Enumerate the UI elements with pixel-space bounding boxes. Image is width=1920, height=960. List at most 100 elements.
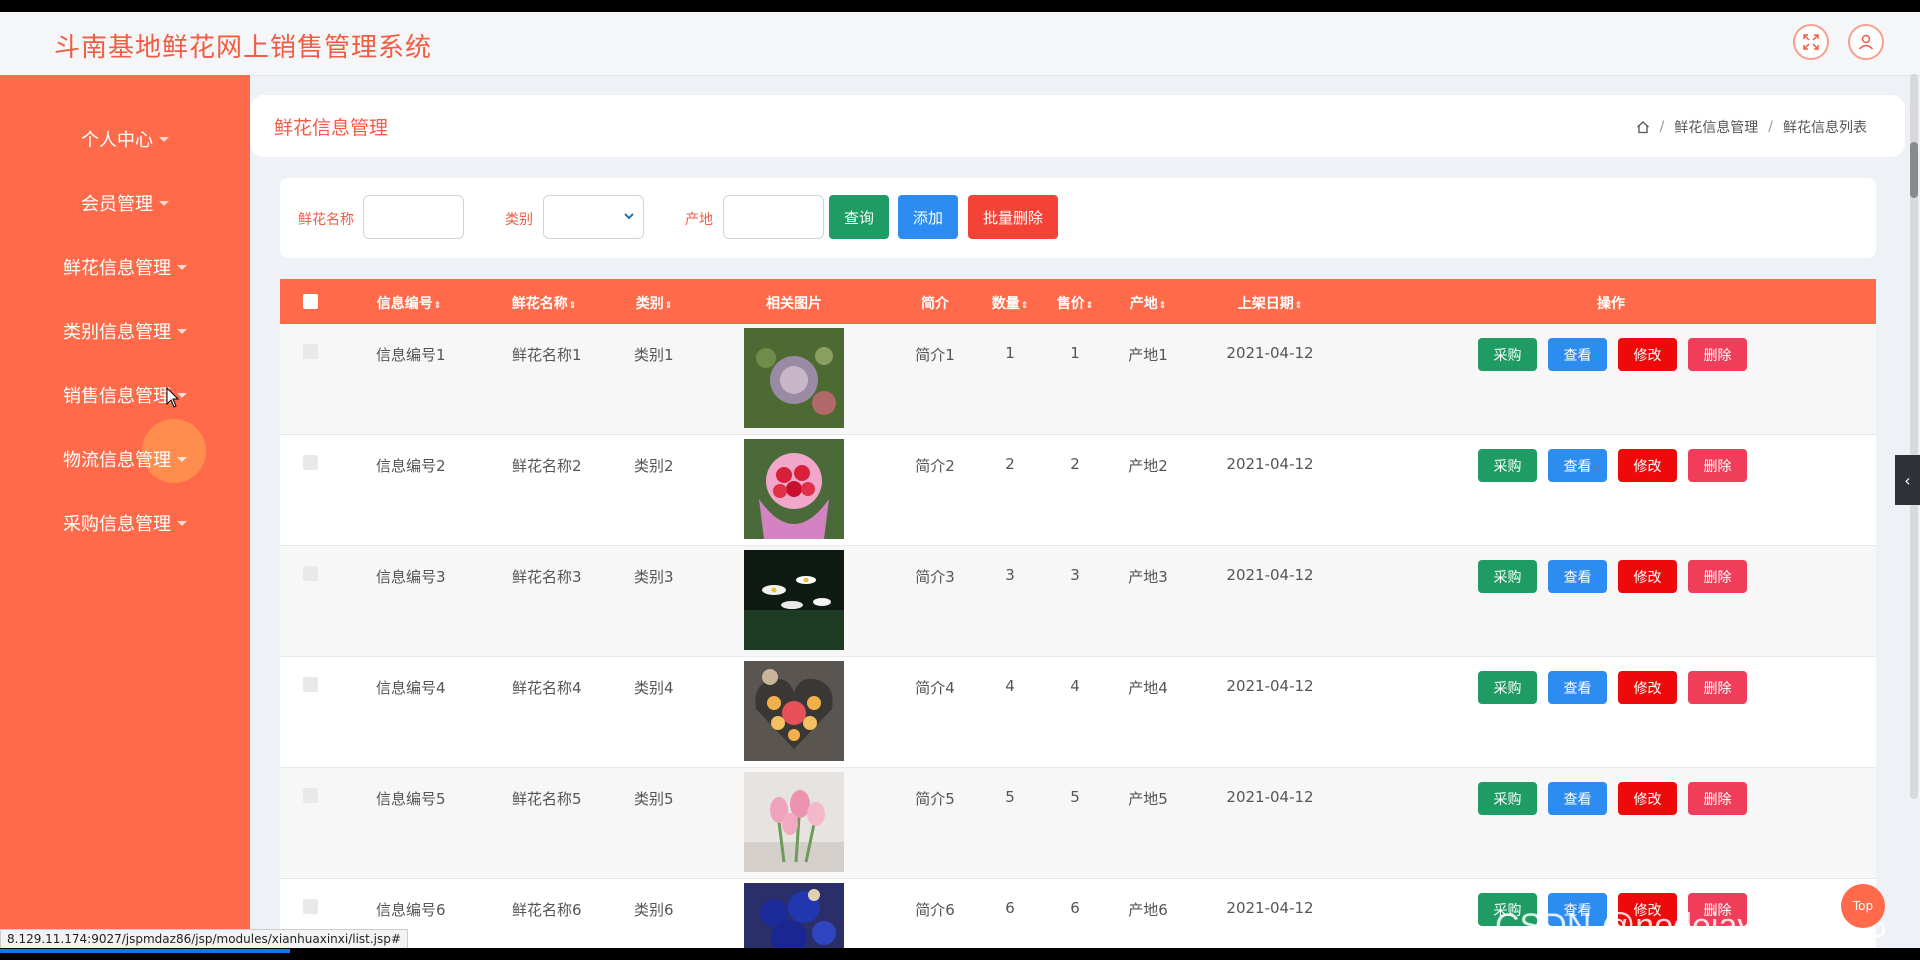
page-scrollbar-thumb[interactable] xyxy=(1910,142,1918,198)
table-row: 信息编号4 鲜花名称4 类别4 简介4 4 4 产地4 2021-04-12 采… xyxy=(280,657,1876,768)
sidebar-item-flower-info[interactable]: 鲜花信息管理 xyxy=(0,247,250,287)
row-checkbox[interactable] xyxy=(303,455,318,470)
flower-image-white-daisies[interactable] xyxy=(744,550,844,650)
row-checkbox[interactable] xyxy=(303,899,318,914)
purchase-button[interactable]: 采购 xyxy=(1478,560,1537,593)
view-button[interactable]: 查看 xyxy=(1548,449,1607,482)
status-bar-url: 8.129.11.174:9027/jspmdaz86/jsp/modules/… xyxy=(0,929,408,948)
column-header-quantity[interactable]: 数量⇕ xyxy=(992,293,1029,313)
cell-name: 鲜花名称1 xyxy=(512,346,582,364)
fullscreen-button[interactable] xyxy=(1793,24,1829,60)
sidebar-item-sales-info[interactable]: 销售信息管理 xyxy=(0,375,250,415)
table-row: 信息编号3 鲜花名称3 类别3 简介3 3 3 产地3 2021-04-12 采… xyxy=(280,546,1876,657)
cell-intro: 简介2 xyxy=(915,457,955,475)
search-bar: 鲜花名称 类别 产地 查询 添加 批量删除 xyxy=(280,178,1876,258)
cell-price: 3 xyxy=(1070,566,1080,584)
cell-origin: 产地6 xyxy=(1128,901,1168,919)
sidebar-item-logistics-info[interactable]: 物流信息管理 xyxy=(0,439,250,479)
sidebar-item-label: 鲜花信息管理 xyxy=(63,258,171,279)
sort-icon: ⇕ xyxy=(1020,301,1029,311)
row-checkbox[interactable] xyxy=(303,677,318,692)
row-checkbox[interactable] xyxy=(303,788,318,803)
column-header-intro: 简介 xyxy=(921,296,949,312)
column-header-origin[interactable]: 产地⇕ xyxy=(1130,293,1167,313)
row-checkbox[interactable] xyxy=(303,344,318,359)
back-to-top-button[interactable]: Top xyxy=(1841,884,1885,928)
app-title: 斗南基地鲜花网上销售管理系统 xyxy=(54,33,433,63)
edit-button[interactable]: 修改 xyxy=(1618,671,1677,704)
watermark: CSDN @nodejava666666 xyxy=(1495,907,1887,945)
cell-origin: 产地4 xyxy=(1128,679,1168,697)
cell-category: 类别4 xyxy=(634,679,674,697)
select-all-checkbox[interactable] xyxy=(303,294,318,309)
cell-date: 2021-04-12 xyxy=(1226,455,1314,473)
purchase-button[interactable]: 采购 xyxy=(1478,449,1537,482)
cell-category: 类别5 xyxy=(634,790,674,808)
batch-delete-button[interactable]: 批量删除 xyxy=(968,195,1058,239)
sidebar-item-purchase-info[interactable]: 采购信息管理 xyxy=(0,503,250,543)
query-button[interactable]: 查询 xyxy=(829,195,889,239)
cell-intro: 简介3 xyxy=(915,568,955,586)
sidebar-item-label: 类别信息管理 xyxy=(63,322,171,343)
sidebar-item-personal-center[interactable]: 个人中心 xyxy=(0,119,250,159)
purchase-button[interactable]: 采购 xyxy=(1478,782,1537,815)
cell-date: 2021-04-12 xyxy=(1226,344,1314,362)
delete-button[interactable]: 删除 xyxy=(1688,782,1747,815)
cell-name: 鲜花名称4 xyxy=(512,679,582,697)
delete-button[interactable]: 删除 xyxy=(1688,560,1747,593)
column-header-price[interactable]: 售价⇕ xyxy=(1057,293,1094,313)
cell-price: 1 xyxy=(1070,344,1080,362)
sidebar-item-category-info[interactable]: 类别信息管理 xyxy=(0,311,250,351)
category-select[interactable] xyxy=(543,195,644,239)
flower-image-blue-bouquet[interactable] xyxy=(744,883,844,948)
sidebar-item-label: 销售信息管理 xyxy=(63,386,171,407)
sidebar-item-member-management[interactable]: 会员管理 xyxy=(0,183,250,223)
cell-price: 6 xyxy=(1070,899,1080,917)
cell-id: 信息编号2 xyxy=(376,457,446,475)
cell-date: 2021-04-12 xyxy=(1226,899,1314,917)
page-title: 鲜花信息管理 xyxy=(274,117,389,139)
edit-button[interactable]: 修改 xyxy=(1618,449,1677,482)
purchase-button[interactable]: 采购 xyxy=(1478,338,1537,371)
user-button[interactable] xyxy=(1848,24,1884,60)
cell-name: 鲜花名称6 xyxy=(512,901,582,919)
delete-button[interactable]: 删除 xyxy=(1688,671,1747,704)
column-header-date[interactable]: 上架日期⇕ xyxy=(1238,293,1303,313)
view-button[interactable]: 查看 xyxy=(1548,560,1607,593)
page-title-card: 鲜花信息管理 / 鲜花信息管理 / 鲜花信息列表 xyxy=(250,95,1905,157)
flower-image-rose-bouquet[interactable] xyxy=(744,439,844,539)
breadcrumb-item: 鲜花信息列表 xyxy=(1783,120,1867,136)
breadcrumb-separator: / xyxy=(1768,119,1773,135)
edit-button[interactable]: 修改 xyxy=(1618,338,1677,371)
cell-category: 类别6 xyxy=(634,901,674,919)
row-checkbox[interactable] xyxy=(303,566,318,581)
flower-image-succulents[interactable] xyxy=(744,328,844,428)
column-header-category[interactable]: 类别⇕ xyxy=(636,293,673,313)
origin-input[interactable] xyxy=(723,195,824,239)
flower-table: 信息编号⇕ 鲜花名称⇕ 类别⇕ 相关图片 简介 数量⇕ 售价⇕ 产地⇕ 上架日期… xyxy=(280,279,1876,948)
table-header: 信息编号⇕ 鲜花名称⇕ 类别⇕ 相关图片 简介 数量⇕ 售价⇕ 产地⇕ 上架日期… xyxy=(280,279,1876,324)
flower-image-pink-tulips[interactable] xyxy=(744,772,844,872)
breadcrumb-item[interactable]: 鲜花信息管理 xyxy=(1674,117,1758,137)
cell-origin: 产地2 xyxy=(1128,457,1168,475)
flower-image-heart-box[interactable] xyxy=(744,661,844,761)
delete-button[interactable]: 删除 xyxy=(1688,338,1747,371)
collapse-panel-button[interactable]: ‹ xyxy=(1895,455,1920,505)
column-header-name[interactable]: 鲜花名称⇕ xyxy=(512,293,577,313)
view-button[interactable]: 查看 xyxy=(1548,671,1607,704)
cell-origin: 产地1 xyxy=(1128,346,1168,364)
view-button[interactable]: 查看 xyxy=(1548,338,1607,371)
home-icon[interactable] xyxy=(1636,120,1650,134)
add-button[interactable]: 添加 xyxy=(898,195,958,239)
view-button[interactable]: 查看 xyxy=(1548,782,1607,815)
flower-name-input[interactable] xyxy=(363,195,464,239)
delete-button[interactable]: 删除 xyxy=(1688,449,1747,482)
column-header-id[interactable]: 信息编号⇕ xyxy=(377,293,442,313)
edit-button[interactable]: 修改 xyxy=(1618,782,1677,815)
edit-button[interactable]: 修改 xyxy=(1618,560,1677,593)
cell-price: 2 xyxy=(1070,455,1080,473)
cell-date: 2021-04-12 xyxy=(1226,566,1314,584)
cell-quantity: 1 xyxy=(1005,344,1015,362)
purchase-button[interactable]: 采购 xyxy=(1478,671,1537,704)
cell-category: 类别3 xyxy=(634,568,674,586)
